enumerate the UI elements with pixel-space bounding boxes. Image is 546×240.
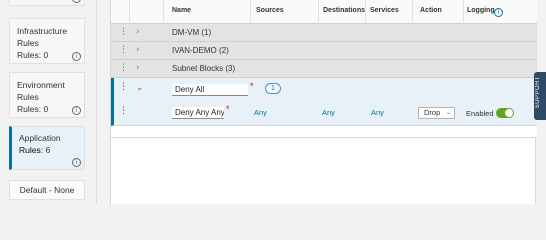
info-icon[interactable]: i (72, 0, 81, 3)
default-rule-button[interactable]: Default - None (9, 180, 85, 200)
column-divider (463, 0, 464, 24)
category-card-infrastructure[interactable]: Infrastructure Rules Rules: 0 i (9, 18, 85, 64)
required-marker: * (226, 104, 230, 114)
column-divider (163, 0, 164, 24)
logging-label: Enabled (466, 109, 494, 118)
header-sources[interactable]: Sources (256, 7, 284, 14)
category-title: Infrastructure Rules (17, 26, 68, 48)
drag-handle-icon[interactable]: ⋮ (119, 82, 128, 92)
firewall-rules-view: i Infrastructure Rules Rules: 0 i Enviro… (0, 0, 546, 204)
group-row-subnet-blocks[interactable]: ⋮ › Subnet Blocks (3) (111, 60, 537, 78)
logging-toggle[interactable] (496, 108, 514, 118)
toggle-knob (505, 109, 513, 117)
grid-header: Name Sources Destinations Services Actio… (111, 0, 537, 24)
category-title: Environment Rules (17, 80, 65, 102)
header-logging[interactable]: Logging (467, 7, 495, 14)
chevron-right-icon[interactable]: › (136, 45, 140, 55)
column-divider (412, 0, 413, 24)
drag-handle-icon[interactable]: ⋮ (119, 106, 128, 116)
group-row-ivan-demo[interactable]: ⋮ › IVAN-DEMO (2) (111, 42, 537, 60)
header-name[interactable]: Name (172, 7, 191, 14)
category-card-partial[interactable]: i (9, 0, 85, 6)
category-card-application[interactable]: Application Rules Rules: 6 i (9, 126, 85, 170)
column-divider (365, 0, 366, 24)
section-name-input[interactable] (172, 84, 248, 96)
group-name: Subnet Blocks (3) (172, 64, 236, 73)
drag-handle-icon[interactable]: ⋮ (119, 63, 128, 73)
rule-count-badge[interactable]: 1 (265, 83, 281, 94)
info-icon[interactable]: i (72, 106, 81, 115)
rule-sources-link[interactable]: Any (254, 108, 267, 117)
chevron-right-icon[interactable]: › (136, 63, 140, 73)
section-deny-all: ⋮ ⌄ * 1 ⋮ * Any Any Any Drop ⌄ Enabled (111, 78, 537, 126)
category-rule-count: Rules: 6 (19, 145, 51, 155)
drag-handle-icon[interactable]: ⋮ (119, 45, 128, 55)
header-services[interactable]: Services (370, 7, 399, 14)
group-name: IVAN-DEMO (2) (172, 46, 229, 55)
rule-destinations-link[interactable]: Any (322, 108, 335, 117)
logging-info-icon[interactable]: i (494, 8, 503, 17)
chevron-right-icon[interactable]: › (136, 27, 140, 37)
category-sidebar: i Infrastructure Rules Rules: 0 i Enviro… (0, 0, 96, 204)
chevron-down-icon: ⌄ (445, 109, 451, 116)
sidebar-divider (96, 0, 97, 204)
rule-name-input[interactable] (172, 107, 224, 119)
category-card-environment[interactable]: Environment Rules Rules: 0 i (9, 72, 85, 118)
header-destinations[interactable]: Destinations (323, 7, 365, 14)
group-name: DM-VM (1) (172, 28, 212, 37)
required-marker: * (250, 81, 254, 91)
column-divider (318, 0, 319, 24)
empty-row (111, 126, 537, 138)
info-icon[interactable]: i (72, 52, 81, 61)
rule-action-select[interactable]: Drop ⌄ (418, 107, 455, 119)
rule-services-link[interactable]: Any (371, 108, 384, 117)
header-action[interactable]: Action (420, 7, 442, 14)
rules-grid: Name Sources Destinations Services Actio… (110, 0, 537, 204)
group-row-dm-vm[interactable]: ⋮ › DM-VM (1) (111, 24, 537, 42)
chevron-down-icon[interactable]: ⌄ (136, 83, 144, 93)
support-label: SUPPORT (535, 76, 541, 109)
category-rule-count: Rules: 0 (17, 104, 49, 114)
column-divider (250, 0, 251, 24)
info-icon[interactable]: i (72, 158, 81, 167)
drag-handle-icon[interactable]: ⋮ (119, 27, 128, 37)
rule-action-value: Drop (424, 108, 441, 117)
column-divider (129, 0, 130, 24)
category-rule-count: Rules: 0 (17, 50, 49, 60)
support-tab[interactable]: SUPPORT (534, 72, 546, 120)
